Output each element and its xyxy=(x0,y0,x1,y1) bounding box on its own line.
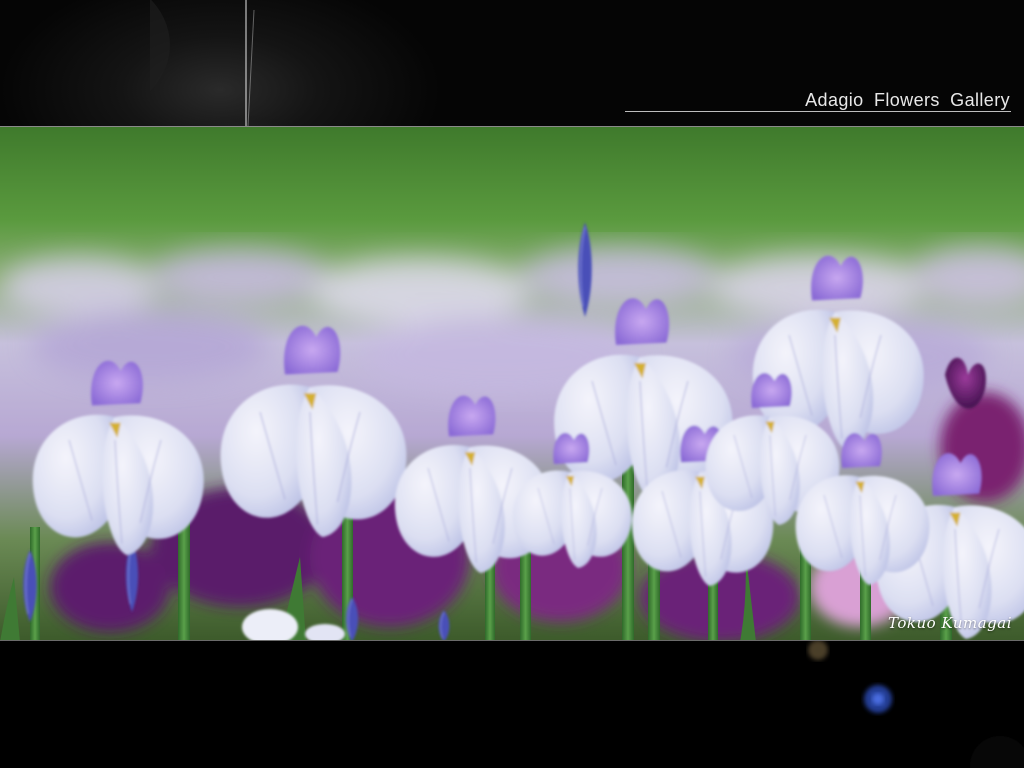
photographer-signature: Tokuo Kumagai xyxy=(888,614,1012,632)
gallery-title: Adagio Flowers Gallery xyxy=(805,90,1010,110)
footer-bar xyxy=(0,641,1024,768)
lens-flare-decoration xyxy=(150,0,340,126)
bokeh-decoration xyxy=(808,641,1024,768)
iris-photo-illustration xyxy=(0,127,1024,640)
iris-photo: Tokuo Kumagai xyxy=(0,126,1024,641)
header-bar: Adagio Flowers Gallery xyxy=(0,0,1024,126)
title-underline xyxy=(625,111,1011,112)
